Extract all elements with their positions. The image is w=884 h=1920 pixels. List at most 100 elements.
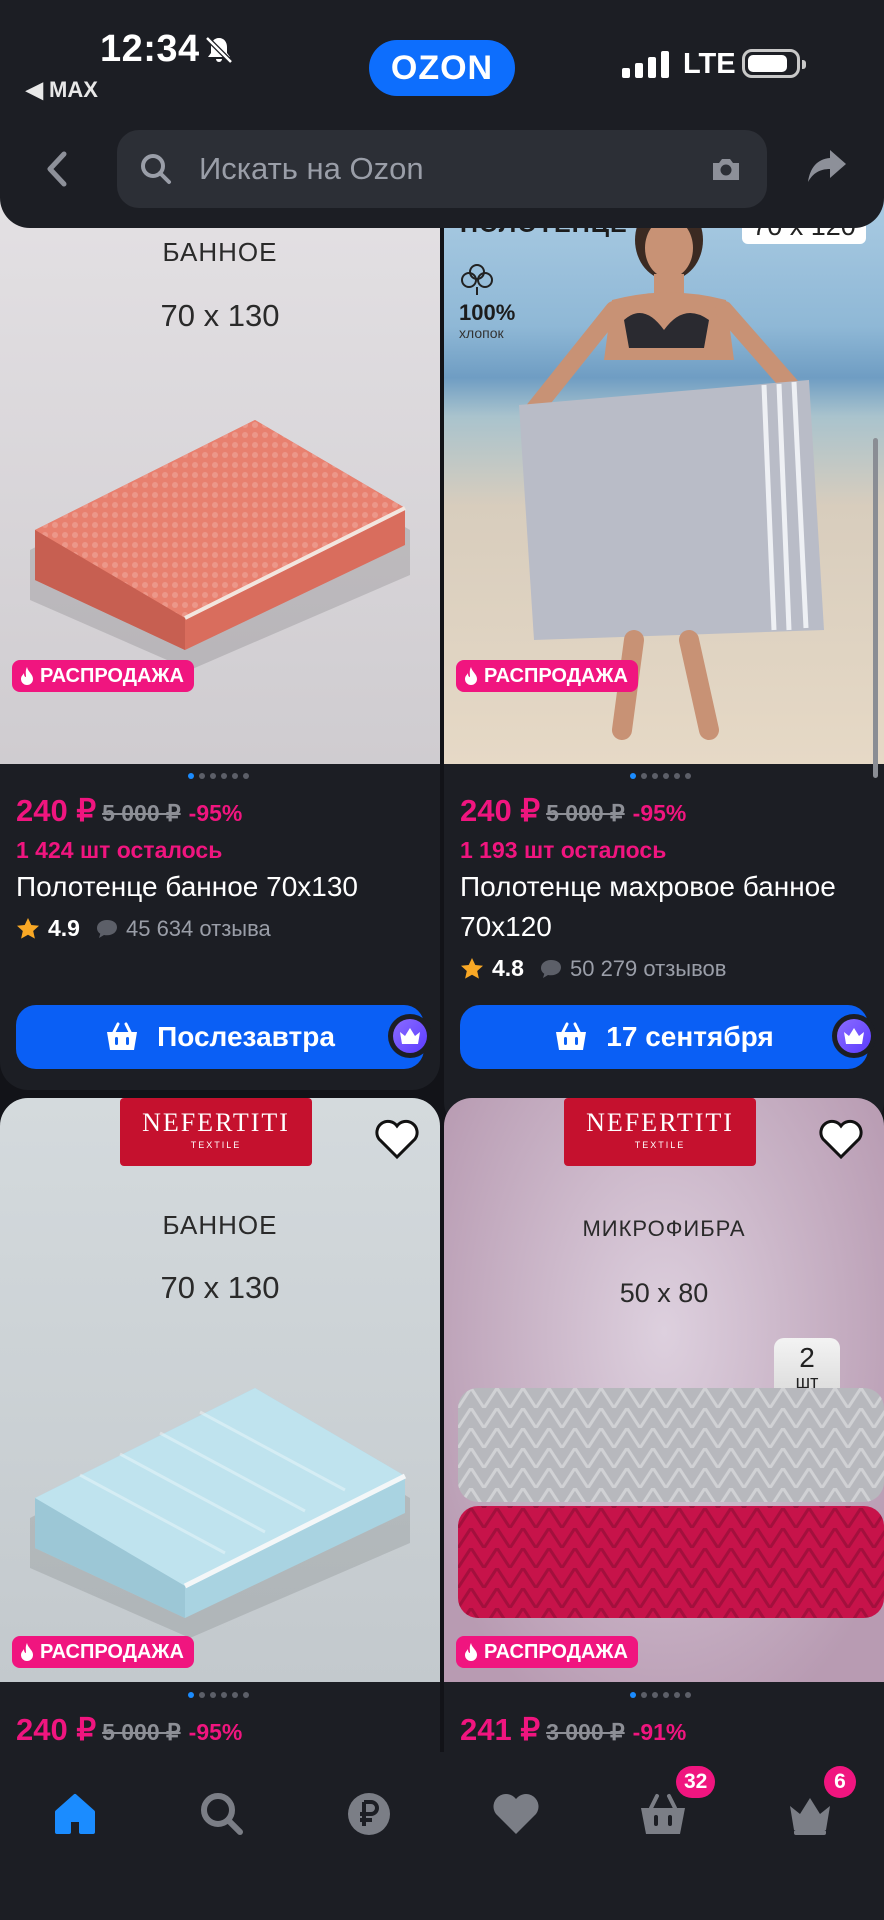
stock-left: 1 424 шт осталось: [16, 837, 223, 863]
signal-icon: [622, 50, 669, 78]
star-icon: [17, 917, 39, 939]
brand-name: NEFERTITI: [586, 1108, 734, 1137]
favorite-heart-icon[interactable]: [818, 1118, 864, 1160]
discount: -91%: [632, 1719, 687, 1745]
search-input[interactable]: Искать на Ozon: [117, 130, 767, 208]
star-icon: [461, 957, 483, 979]
product-image[interactable]: БАННОЕ 70 x 130 РАСПРОДАЖА: [0, 180, 440, 764]
discount: -95%: [632, 800, 687, 826]
old-price: 5 000 ₽: [102, 800, 181, 826]
price-row: 240 ₽5 000 ₽ -95%: [16, 1712, 242, 1748]
cotton-icon: [461, 264, 493, 295]
comment-icon: [540, 959, 561, 978]
old-price: 3 000 ₽: [546, 1719, 625, 1745]
reviews-count: 50 279 отзывов: [569, 955, 727, 981]
favorite-heart-icon[interactable]: [374, 1118, 420, 1160]
delivery-date: 17 сентября: [606, 1021, 774, 1052]
brand-name: NEFERTITI: [142, 1108, 290, 1137]
sale-badge: РАСПРОДАЖА: [12, 660, 194, 692]
product-image[interactable]: NEFERTITI TEXTILE БАННОЕ 70 x 130 РАСПРО…: [0, 1098, 440, 1682]
brand-sub: TEXTILE: [190, 1140, 242, 1150]
price-row: 240 ₽5 000 ₽ -95%: [460, 793, 686, 829]
fire-icon: [21, 667, 33, 685]
rating-row[interactable]: 4.9 45 634 отзыва: [16, 915, 271, 942]
fire-icon: [21, 1643, 33, 1661]
image-pager-dots[interactable]: [188, 773, 249, 779]
delivery-date: Послезавтра: [157, 1021, 335, 1052]
share-icon[interactable]: [806, 146, 848, 186]
product-card[interactable]: NEFERTITI TEXTILE МИКРОФИБРА 50 x 80 2 ш…: [444, 1098, 884, 1760]
brand-sub: TEXTILE: [634, 1140, 686, 1150]
comment-icon: [96, 919, 117, 938]
product-grid: БАННОЕ 70 x 130 РАСПРОДАЖА 240 ₽5 000 ₽ -…: [0, 180, 884, 1760]
pack-count: 2: [799, 1342, 815, 1373]
back-to-app-link[interactable]: ◀ MAX: [26, 77, 98, 103]
ruble-finance-icon[interactable]: [339, 1784, 399, 1844]
product-title[interactable]: Полотенце банное 70х130: [16, 867, 426, 907]
image-heading: БАННОЕ: [162, 237, 278, 267]
back-arrow-icon[interactable]: [36, 144, 76, 194]
add-to-cart-button[interactable]: Послезавтра: [16, 1005, 424, 1069]
basket-icon: [556, 1022, 587, 1050]
premium-crown-icon: [388, 1014, 432, 1058]
price: 241 ₽: [460, 1712, 541, 1747]
ozon-logo[interactable]: OZON: [369, 40, 515, 96]
old-price: 5 000 ₽: [546, 800, 625, 826]
sale-badge: РАСПРОДАЖА: [456, 660, 638, 692]
price: 240 ₽: [460, 793, 541, 828]
product-title[interactable]: Полотенце махровое банное 70х120: [460, 867, 870, 947]
image-pager-dots[interactable]: [630, 773, 691, 779]
product-card[interactable]: NEFERTITI TEXTILE БАННОЕ 70 x 130 РАСПРО…: [0, 1098, 440, 1760]
home-icon[interactable]: [45, 1784, 105, 1844]
sale-badge: РАСПРОДАЖА: [12, 1636, 194, 1668]
image-heading: БАННОЕ: [162, 1210, 278, 1240]
price: 240 ₽: [16, 1712, 97, 1747]
sale-label: РАСПРОДАЖА: [484, 664, 628, 687]
product-card[interactable]: БАННОЕ 70 x 130 РАСПРОДАЖА 240 ₽5 000 ₽ -…: [0, 180, 440, 1090]
status-time: 12:34: [100, 28, 200, 70]
product-card[interactable]: ПОЛОТЕНЦЕ 70 x 120 100% хлопок РАСПРОДАЖ…: [444, 180, 884, 1130]
product-image[interactable]: NEFERTITI TEXTILE МИКРОФИБРА 50 x 80 2 ш…: [444, 1098, 884, 1682]
brand-logo: NEFERTITI TEXTILE: [120, 1098, 312, 1166]
battery-icon: [742, 49, 806, 78]
old-price: 5 000 ₽: [102, 1719, 181, 1745]
search-icon[interactable]: [192, 1784, 252, 1844]
image-heading: МИКРОФИБРА: [582, 1216, 746, 1241]
top-header: 12:34 ◀ MAX OZON LTE Искать на Ozon: [0, 0, 884, 228]
image-pager-dots[interactable]: [630, 1692, 691, 1698]
image-size: 70 x 130: [160, 1270, 280, 1305]
sale-label: РАСПРОДАЖА: [40, 664, 184, 687]
network-type: LTE: [683, 48, 736, 80]
search-placeholder: Искать на Ozon: [199, 151, 424, 186]
fire-icon: [465, 1643, 477, 1661]
cart-count-badge: 32: [676, 1766, 716, 1798]
premium-count-badge: 6: [824, 1766, 856, 1798]
towel-image: [30, 420, 410, 670]
premium-crown-icon: [832, 1014, 876, 1058]
stock-left: 1 193 шт осталось: [460, 837, 667, 863]
rating-row[interactable]: 4.8 50 279 отзывов: [460, 955, 726, 982]
towels-stack-image: [458, 1388, 884, 1618]
image-pager-dots[interactable]: [188, 1692, 249, 1698]
reviews-count: 45 634 отзыва: [125, 915, 271, 941]
search-icon: [141, 154, 171, 184]
product-image[interactable]: ПОЛОТЕНЦЕ 70 x 120 100% хлопок РАСПРОДАЖ…: [444, 180, 884, 764]
brand-logo: NEFERTITI TEXTILE: [564, 1098, 756, 1166]
favorites-heart-icon[interactable]: [486, 1784, 546, 1844]
price: 240 ₽: [16, 793, 97, 828]
price-row: 241 ₽3 000 ₽ -91%: [460, 1712, 686, 1748]
discount: -95%: [188, 800, 243, 826]
image-size: 50 x 80: [619, 1278, 709, 1308]
fire-icon: [465, 667, 477, 685]
discount: -95%: [188, 1719, 243, 1745]
scrollbar[interactable]: [873, 438, 878, 778]
rating-value: 4.8: [492, 955, 524, 981]
rating-value: 4.9: [48, 915, 80, 941]
camera-icon[interactable]: [709, 152, 743, 186]
bottom-nav: 32 6: [0, 1752, 884, 1920]
sale-label: РАСПРОДАЖА: [40, 1640, 184, 1663]
add-to-cart-button[interactable]: 17 сентября: [460, 1005, 868, 1069]
bell-muted-icon: [205, 36, 233, 64]
sale-badge: РАСПРОДАЖА: [456, 1636, 638, 1668]
price-row: 240 ₽5 000 ₽ -95%: [16, 793, 242, 829]
